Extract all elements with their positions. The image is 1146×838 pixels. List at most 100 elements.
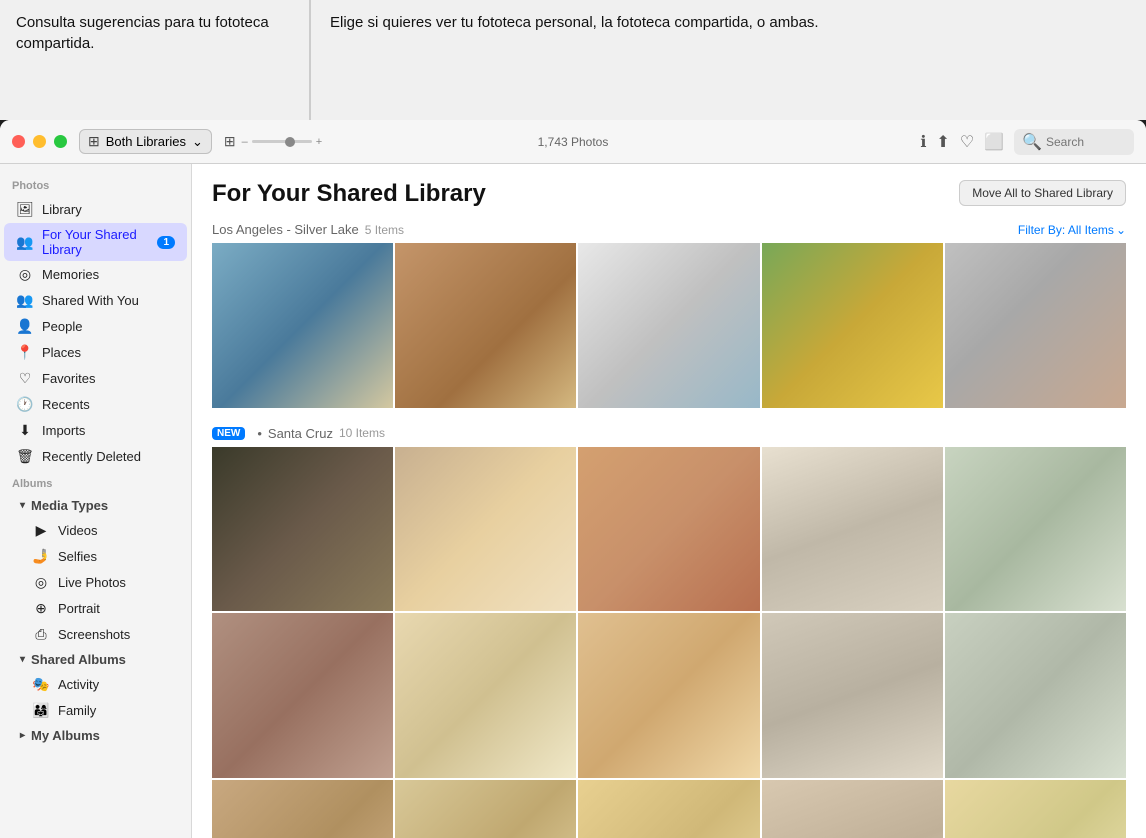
sidebar-item-shared-with-you[interactable]: 👥 Shared With You xyxy=(4,288,187,313)
live-photos-icon: ◎ xyxy=(32,574,50,591)
sidebar-item-recents[interactable]: 🕐 Recents xyxy=(4,392,187,417)
photo-count: 1,743 Photos xyxy=(538,135,609,149)
sidebar-item-selfies[interactable]: 🤳 Selfies xyxy=(4,544,187,569)
titlebar: ⊞ Both Libraries ⌄ ⊞ – + 1,743 Photos ℹ … xyxy=(0,120,1146,164)
photo-cell[interactable] xyxy=(395,243,576,408)
tooltip-right: Elige si quieres ver tu fototeca persona… xyxy=(310,0,839,120)
main-window: ⊞ Both Libraries ⌄ ⊞ – + 1,743 Photos ℹ … xyxy=(0,120,1146,838)
minimize-button[interactable] xyxy=(33,135,46,148)
sidebar-item-shared-with-you-label: Shared With You xyxy=(42,293,139,308)
photo-cell[interactable] xyxy=(395,780,576,838)
chevron-down-icon: ⌄ xyxy=(192,134,203,150)
videos-icon: ▶ xyxy=(32,522,50,539)
favorites-icon: ♡ xyxy=(16,370,34,387)
photo-grid-section1 xyxy=(192,243,1146,420)
section2-bullet: • xyxy=(257,426,262,441)
memories-icon: ◎ xyxy=(16,266,34,283)
photo-cell[interactable] xyxy=(212,243,393,408)
info-icon[interactable]: ℹ xyxy=(920,132,926,152)
photo-cell[interactable] xyxy=(762,243,943,408)
sidebar-item-people[interactable]: 👤 People xyxy=(4,314,187,339)
my-albums-group[interactable]: ▸ My Albums xyxy=(0,724,191,747)
photo-cell[interactable] xyxy=(212,780,393,838)
share-icon[interactable]: ⬆ xyxy=(936,132,949,152)
sidebar-item-people-label: People xyxy=(42,319,82,334)
main-header: For Your Shared Library Move All to Shar… xyxy=(192,164,1146,216)
trash-icon[interactable]: ⬜ xyxy=(984,132,1004,152)
photo-cell[interactable] xyxy=(762,613,943,778)
photo-cell[interactable] xyxy=(762,447,943,612)
sidebar-item-places-label: Places xyxy=(42,345,81,360)
sidebar-item-shared-label: For Your Shared Library xyxy=(42,227,149,257)
photo-cell[interactable] xyxy=(945,243,1126,408)
new-badge: NEW xyxy=(212,427,245,440)
photo-cell[interactable] xyxy=(578,243,759,408)
photo-cell[interactable] xyxy=(762,780,943,838)
section2-location: NEW • Santa Cruz 10 Items xyxy=(212,426,385,441)
sidebar-item-recently-deleted[interactable]: 🗑 Recently Deleted xyxy=(4,444,187,469)
shared-albums-label: Shared Albums xyxy=(31,652,126,667)
sidebar-item-places[interactable]: 📍 Places xyxy=(4,340,187,365)
sidebar-item-live-photos[interactable]: ◎ Live Photos xyxy=(4,570,187,595)
photo-cell[interactable] xyxy=(395,613,576,778)
close-button[interactable] xyxy=(12,135,25,148)
chevron-shared-albums-icon: ▾ xyxy=(20,654,25,665)
zoom-slider[interactable]: – + xyxy=(242,136,323,148)
photo-cell[interactable] xyxy=(212,613,393,778)
sidebar-item-library[interactable]: 🖼 Library xyxy=(4,197,187,222)
tooltip-left: Consulta sugerencias para tu fototeca co… xyxy=(0,0,310,120)
shared-library-badge: 1 xyxy=(157,236,175,249)
section1-header: Los Angeles - Silver Lake 5 Items Filter… xyxy=(192,216,1146,243)
sidebar-item-family[interactable]: 👨‍👩‍👧 Family xyxy=(4,698,187,723)
media-types-group[interactable]: ▾ Media Types xyxy=(0,494,191,517)
sidebar-item-screenshots[interactable]: ⎙ Screenshots xyxy=(4,622,187,647)
family-icon: 👨‍👩‍👧 xyxy=(32,702,50,719)
filter-button[interactable]: Filter By: All Items ⌄ xyxy=(1018,223,1126,237)
tooltip-left-text: Consulta sugerencias para tu fototeca co… xyxy=(16,14,269,52)
photo-cell[interactable] xyxy=(578,780,759,838)
sidebar-item-for-shared-library[interactable]: 👥 For Your Shared Library 1 xyxy=(4,223,187,261)
places-icon: 📍 xyxy=(16,344,34,361)
photo-cell[interactable] xyxy=(395,447,576,612)
sidebar-item-favorites-label: Favorites xyxy=(42,371,95,386)
sidebar-item-live-photos-label: Live Photos xyxy=(58,575,126,590)
section1-location: Los Angeles - Silver Lake 5 Items xyxy=(212,222,404,237)
people-icon: 👤 xyxy=(16,318,34,335)
sidebar-item-activity[interactable]: 🎭 Activity xyxy=(4,672,187,697)
shared-with-you-icon: 👥 xyxy=(16,292,34,309)
sidebar-item-favorites[interactable]: ♡ Favorites xyxy=(4,366,187,391)
toolbar-right: ℹ ⬆ ♡ ⬜ 🔍 xyxy=(920,129,1134,155)
photo-cell[interactable] xyxy=(945,447,1126,612)
sidebar-item-activity-label: Activity xyxy=(58,677,99,692)
view-controls: ⊞ – + xyxy=(224,133,322,150)
sidebar-item-memories[interactable]: ◎ Memories xyxy=(4,262,187,287)
sidebar-item-imports[interactable]: ⬇ Imports xyxy=(4,418,187,443)
sidebar: Photos 🖼 Library 👥 For Your Shared Libra… xyxy=(0,164,192,838)
library-selector-label: Both Libraries xyxy=(106,134,186,149)
sidebar-item-videos-label: Videos xyxy=(58,523,98,538)
sidebar-item-portrait[interactable]: ⊕ Portrait xyxy=(4,596,187,621)
library-selector[interactable]: ⊞ Both Libraries ⌄ xyxy=(79,129,212,154)
photo-cell[interactable] xyxy=(578,447,759,612)
photo-cell[interactable] xyxy=(945,613,1126,778)
shared-albums-group[interactable]: ▾ Shared Albums xyxy=(0,648,191,671)
my-albums-label: My Albums xyxy=(31,728,100,743)
search-input[interactable] xyxy=(1046,135,1126,149)
maximize-button[interactable] xyxy=(54,135,67,148)
activity-icon: 🎭 xyxy=(32,676,50,693)
photo-cell[interactable] xyxy=(945,780,1126,838)
zoom-plus: + xyxy=(316,136,322,148)
library-selector-icon: ⊞ xyxy=(88,133,100,150)
photo-cell[interactable] xyxy=(578,613,759,778)
chevron-media-types-icon: ▾ xyxy=(20,500,25,511)
photo-cell[interactable] xyxy=(212,447,393,612)
heart-icon[interactable]: ♡ xyxy=(960,132,974,152)
sidebar-item-videos[interactable]: ▶ Videos xyxy=(4,518,187,543)
search-box[interactable]: 🔍 xyxy=(1014,129,1134,155)
view-icon[interactable]: ⊞ xyxy=(224,133,236,150)
photo-grid-section2 xyxy=(192,447,1146,838)
sidebar-item-library-label: Library xyxy=(42,202,82,217)
selfies-icon: 🤳 xyxy=(32,548,50,565)
recently-deleted-icon: 🗑 xyxy=(16,448,34,465)
move-all-button[interactable]: Move All to Shared Library xyxy=(959,180,1126,206)
